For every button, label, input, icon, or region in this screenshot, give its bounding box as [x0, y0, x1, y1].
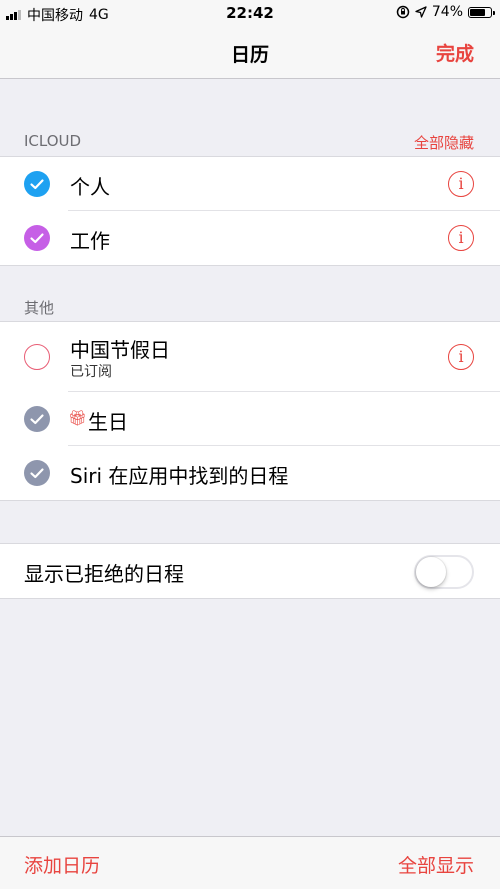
icloud-section-header: ICLOUD	[24, 132, 82, 150]
calendar-label: Siri 在应用中找到的日程	[70, 464, 289, 488]
info-icon[interactable]: i	[448, 225, 474, 251]
orientation-lock-icon	[396, 5, 410, 19]
battery-level	[470, 8, 485, 16]
show-declined-row: 显示已拒绝的日程	[0, 544, 500, 598]
location-arrow-icon	[415, 6, 427, 18]
show-declined-label: 显示已拒绝的日程	[24, 562, 184, 586]
navigation-bar: 日历 完成	[0, 26, 500, 79]
calendar-item-holidays[interactable]: 中国节假日 已订阅 i	[0, 322, 500, 392]
subscribed-label: 已订阅	[70, 364, 112, 380]
calendar-label: 工作	[70, 229, 110, 253]
done-button[interactable]: 完成	[436, 39, 474, 66]
checkmark-icon[interactable]	[24, 171, 50, 197]
other-calendar-list: 中国节假日 已订阅 i 🎁︎ 生日 Siri 在应用中找到的日程	[0, 321, 500, 501]
info-icon[interactable]: i	[448, 171, 474, 197]
battery-percent: 74%	[431, 4, 463, 20]
icloud-calendar-list: 个人 i 工作 i	[0, 156, 500, 266]
calendar-item-birthdays[interactable]: 🎁︎ 生日	[0, 392, 500, 446]
toggle-knob	[416, 557, 446, 587]
show-all-button[interactable]: 全部显示	[398, 851, 474, 878]
calendar-label: 生日	[88, 410, 128, 434]
battery-icon	[468, 6, 495, 18]
show-declined-toggle[interactable]	[414, 555, 474, 589]
status-indicators: 74%	[396, 4, 495, 20]
checkmark-icon[interactable]	[24, 225, 50, 251]
bottom-toolbar: 添加日历 全部显示	[0, 836, 500, 889]
unchecked-circle-icon[interactable]	[24, 344, 50, 370]
calendar-item-siri-found[interactable]: Siri 在应用中找到的日程	[0, 446, 500, 500]
status-bar: 中国移动 4G 22:42 74%	[0, 0, 500, 26]
calendar-item-work[interactable]: 工作 i	[0, 211, 500, 265]
calendar-label: 个人	[70, 175, 110, 199]
hide-all-button[interactable]: 全部隐藏	[414, 132, 474, 153]
checkmark-icon[interactable]	[24, 460, 50, 486]
page-title: 日历	[230, 44, 269, 66]
checkmark-icon[interactable]	[24, 406, 50, 432]
calendar-label: 中国节假日	[70, 338, 170, 362]
add-calendar-button[interactable]: 添加日历	[24, 851, 100, 878]
other-section-header: 其他	[24, 299, 55, 317]
info-icon[interactable]: i	[448, 344, 474, 370]
gift-icon: 🎁︎	[68, 409, 88, 427]
calendar-item-personal[interactable]: 个人 i	[0, 157, 500, 211]
declined-events-setting: 显示已拒绝的日程	[0, 543, 500, 599]
